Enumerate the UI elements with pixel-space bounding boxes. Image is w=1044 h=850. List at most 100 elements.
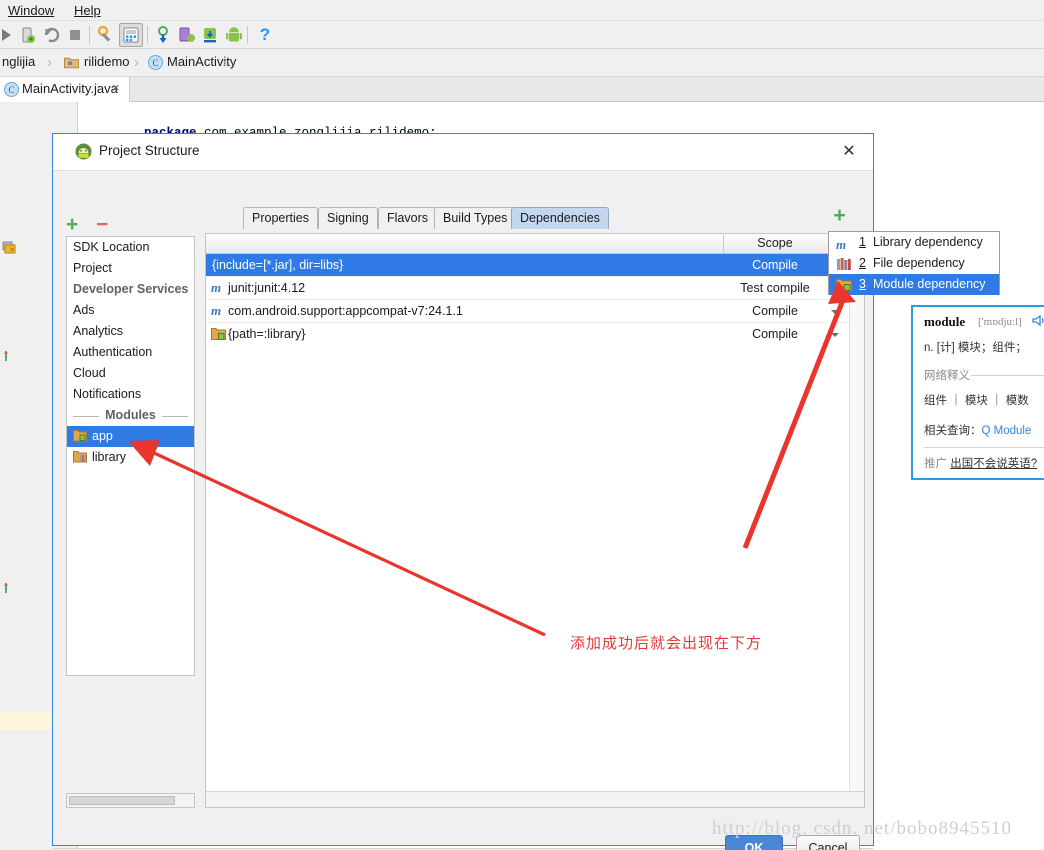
editor-tab-strip: C MainActivity.java × <box>0 77 1044 102</box>
menu-item-window[interactable]: Window <box>4 2 58 19</box>
bookmark-icon: > <box>2 240 16 254</box>
sidebar-item-app[interactable]: app <box>67 426 194 447</box>
maven-icon: m <box>211 303 222 318</box>
dependency-scope: Compile <box>752 304 798 318</box>
column-header-scope[interactable]: Scope <box>725 236 825 250</box>
dependency-scope: Compile <box>752 258 798 272</box>
folder-icon <box>64 56 80 69</box>
column-divider[interactable] <box>723 235 724 253</box>
device-monitor-icon[interactable] <box>177 25 197 45</box>
dictionary-related-value[interactable]: Q Module <box>982 425 1032 437</box>
breadcrumb-item-1[interactable]: rilidemo <box>84 54 130 69</box>
run-icon[interactable] <box>0 25 16 45</box>
svg-text:>: > <box>10 247 14 254</box>
tab-properties[interactable]: Properties <box>243 207 318 229</box>
add-dependency-button[interactable]: + <box>826 204 853 230</box>
help-icon[interactable]: ? <box>255 25 275 45</box>
dictionary-section-rule <box>971 375 1044 376</box>
tab-mainactivity-java[interactable]: C MainActivity.java × <box>0 77 130 102</box>
dependency-name: com.android.support:appcompat-v7:24.1.1 <box>228 304 463 318</box>
menu-item-library-dependency[interactable]: m 1 Library dependency <box>829 232 999 253</box>
close-icon[interactable]: × <box>112 80 120 95</box>
table-row[interactable]: {include=[*.jar], dir=libs} Compile <box>206 254 864 277</box>
chevron-down-icon[interactable] <box>831 333 839 337</box>
add-dependency-menu: m 1 Library dependency 2 File dependency <box>828 231 1000 295</box>
dependency-name: junit:junit:4.12 <box>228 281 306 295</box>
avd-manager-icon[interactable] <box>121 25 141 45</box>
breadcrumb-chevron-2 <box>222 49 236 77</box>
sidebar-item-label: app <box>92 429 113 443</box>
speaker-icon[interactable] <box>1032 314 1044 327</box>
table-row[interactable]: {path=:library} Compile <box>206 323 864 346</box>
dependency-name: {include=[*.jar], dir=libs} <box>212 258 344 272</box>
menu-item-label: Module dependency <box>872 277 986 291</box>
sidebar-item-notifications[interactable]: Notifications <box>67 384 194 405</box>
dictionary-popup: module ['mɒdjuːl] n. [计] 模块；组件； 网络释义 组件 … <box>911 305 1044 480</box>
sidebar-item-label: Ads <box>73 303 95 317</box>
sidebar-item-library[interactable]: library <box>67 447 194 468</box>
editor-left-gutter <box>0 102 26 850</box>
debug-device-icon[interactable] <box>18 25 38 45</box>
sidebar-item-project[interactable]: Project <box>67 258 194 279</box>
dialog-sidebar: SDK Location Project Developer Services … <box>66 236 195 676</box>
add-module-button[interactable]: + <box>66 214 78 235</box>
dialog-title: Project Structure <box>99 143 200 158</box>
android-icon[interactable] <box>224 25 244 45</box>
breadcrumb-item-0[interactable]: nglijia <box>2 54 35 69</box>
table-row[interactable]: m com.android.support:appcompat-v7:24.1.… <box>206 300 864 323</box>
menu-item-number: 2 <box>859 256 866 270</box>
rerun-icon[interactable] <box>42 25 62 45</box>
module-icon <box>836 278 852 292</box>
sidebar-item-ads[interactable]: Ads <box>67 300 194 321</box>
menu-bar: Window Help <box>0 0 1044 21</box>
dialog-tabs: Properties Signing Flavors Build Types D… <box>205 207 865 229</box>
sdk-download-icon[interactable] <box>200 25 220 45</box>
maven-icon: m <box>836 237 847 252</box>
menu-item-label: Library dependency <box>872 235 983 249</box>
tab-label: Dependencies <box>520 211 600 225</box>
sidebar-item-developer-services[interactable]: Developer Services <box>67 279 194 300</box>
dictionary-ad-text[interactable]: 出国不会说英语? <box>950 458 1037 470</box>
sidebar-horizontal-scrollbar[interactable] <box>66 793 195 808</box>
sidebar-item-authentication[interactable]: Authentication <box>67 342 194 363</box>
sidebar-item-label: Notifications <box>73 387 142 401</box>
tab-build-types[interactable]: Build Types <box>434 207 517 229</box>
dialog-body: + − SDK Location Project Developer Servi… <box>53 171 873 850</box>
table-vertical-scrollbar[interactable] <box>849 254 864 791</box>
table-header-row: Scope <box>206 234 864 254</box>
chevron-down-icon[interactable] <box>831 310 839 314</box>
sync-gradle-icon[interactable] <box>153 25 173 45</box>
svg-text:C: C <box>152 58 158 68</box>
stop-icon[interactable] <box>65 25 85 45</box>
dictionary-related: 相关查询：Q Module <box>924 422 1031 438</box>
library-module-icon <box>73 449 87 463</box>
dependency-scope: Test compile <box>740 281 810 295</box>
module-icon <box>211 327 226 341</box>
dependency-name: {path=:library} <box>228 327 306 341</box>
menu-item-file-dependency[interactable]: 2 File dependency <box>829 253 999 274</box>
tab-label: Flavors <box>387 211 428 225</box>
table-horizontal-scrollbar[interactable] <box>206 791 864 807</box>
table-row[interactable]: m junit:junit:4.12 Test compile <box>206 277 864 300</box>
tab-flavors[interactable]: Flavors <box>378 207 437 229</box>
tab-signing[interactable]: Signing <box>318 207 378 229</box>
sidebar-item-label: SDK Location <box>73 240 150 254</box>
dictionary-related-label: 相关查询： <box>924 425 982 437</box>
close-icon[interactable]: ✕ <box>840 143 858 161</box>
breadcrumb: nglijia rilidemo C MainActivity <box>0 49 1044 77</box>
annotation-note: 添加成功后就会出现在下方 <box>570 635 763 652</box>
tab-label: MainActivity.java <box>22 81 118 96</box>
sidebar-item-analytics[interactable]: Analytics <box>67 321 194 342</box>
sidebar-item-label: Analytics <box>73 324 124 338</box>
sidebar-item-cloud[interactable]: Cloud <box>67 363 194 384</box>
sidebar-item-label: Authentication <box>73 345 153 359</box>
sdk-manager-icon[interactable] <box>96 25 116 45</box>
dictionary-definition: n. [计] 模块；组件； <box>924 342 1027 354</box>
main-toolbar: ? <box>0 21 1044 49</box>
menu-item-module-dependency[interactable]: 3 Module dependency <box>829 274 999 295</box>
menu-item-help[interactable]: Help <box>70 2 105 19</box>
tab-dependencies[interactable]: Dependencies <box>511 207 609 229</box>
sidebar-item-sdk-location[interactable]: SDK Location <box>67 237 194 258</box>
menu-item-help-label: Help <box>74 3 101 18</box>
remove-module-button[interactable]: − <box>96 214 108 235</box>
